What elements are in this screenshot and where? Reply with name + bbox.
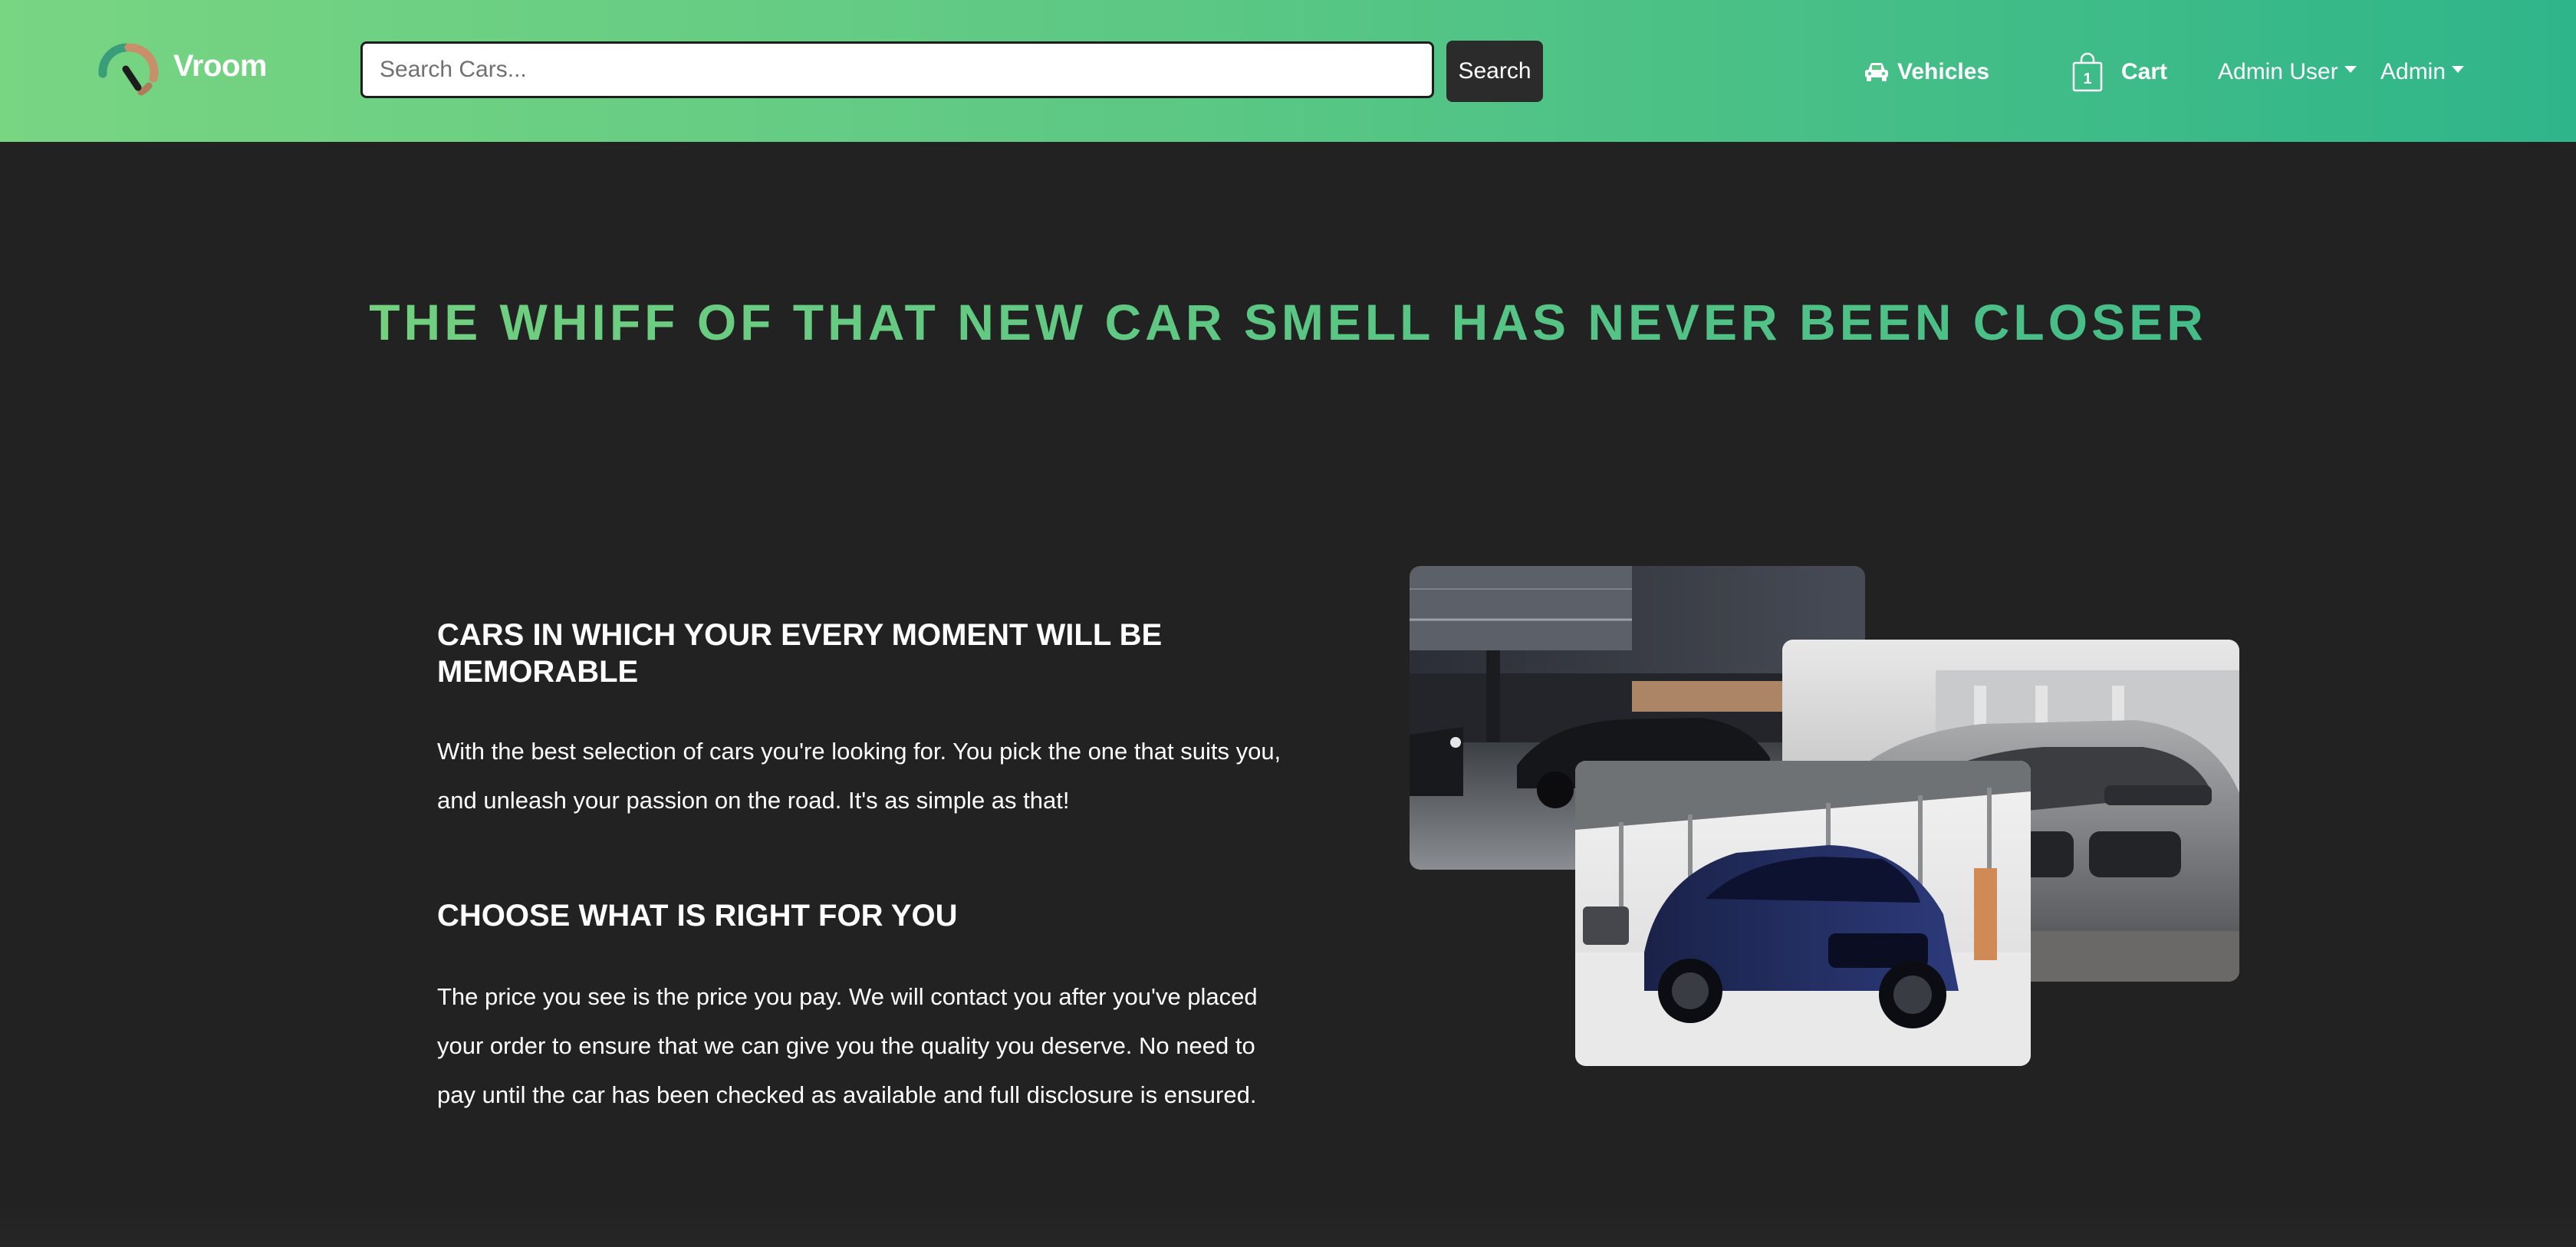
search-button[interactable]: Search — [1446, 41, 1543, 102]
nav-cart-link[interactable]: 1 Cart — [2071, 49, 2167, 95]
hero-title-text: THE WHIFF OF THAT NEW CAR SMELL HAS NEVE… — [369, 294, 2207, 350]
caret-down-icon — [2344, 65, 2357, 73]
nav-vehicles-link[interactable]: Vehicles — [1864, 49, 1989, 95]
section-divider — [0, 1201, 2576, 1247]
nav-vehicles-label: Vehicles — [1897, 59, 1990, 84]
navbar: Vroom Search Vehicles 1 Cart Admin User … — [0, 0, 2576, 142]
brand-link[interactable]: Vroom — [95, 35, 267, 97]
brand-name: Vroom — [173, 48, 267, 83]
hero-title: THE WHIFF OF THAT NEW CAR SMELL HAS NEVE… — [0, 293, 2576, 351]
memorable-paragraph: With the best selection of cars you're l… — [437, 738, 1281, 814]
admin-user-label: Admin User — [2218, 59, 2338, 84]
nav-cart-label: Cart — [2121, 59, 2168, 84]
cart-count: 1 — [2083, 71, 2091, 87]
caret-down-icon — [2452, 65, 2465, 73]
speedometer-logo-icon — [98, 43, 159, 96]
blue-car-photo — [1575, 761, 2031, 1066]
admin-user-dropdown[interactable]: Admin User — [2218, 49, 2357, 95]
admin-dropdown[interactable]: Admin — [2380, 49, 2465, 95]
shopping-bag-icon: 1 — [2072, 52, 2103, 92]
admin-label: Admin — [2380, 59, 2446, 84]
car-icon — [1865, 63, 1888, 81]
memorable-heading: CARS IN WHICH YOUR EVERY MOMENT WILL BE … — [437, 618, 1163, 689]
choose-paragraph: The price you see is the price you pay. … — [437, 983, 1258, 1108]
search-input[interactable] — [360, 41, 1434, 98]
choose-heading: CHOOSE WHAT IS RIGHT FOR YOU — [437, 899, 958, 933]
